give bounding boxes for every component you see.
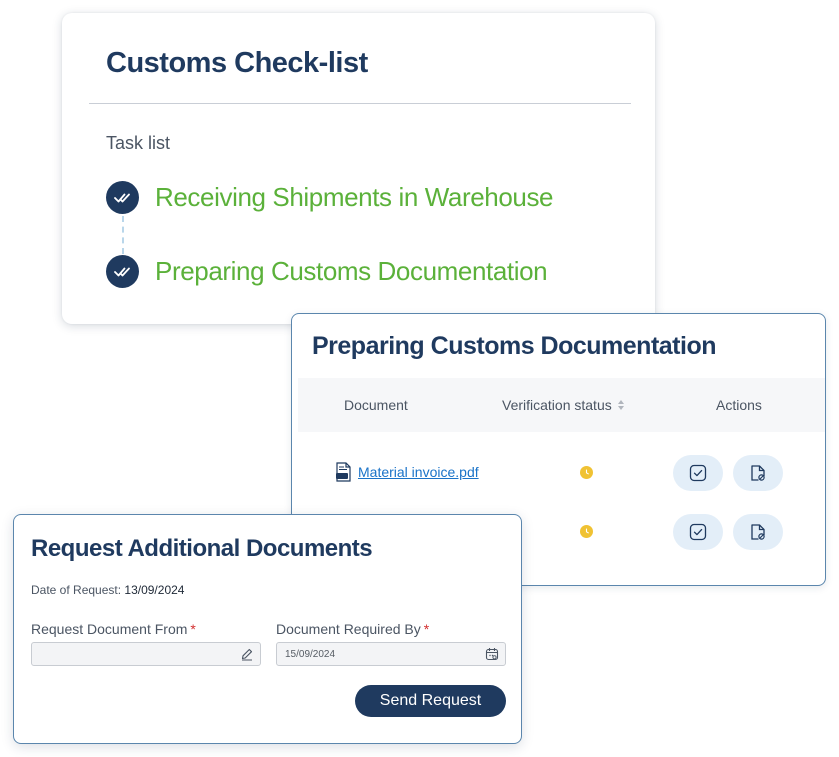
task-item-receiving-shipments[interactable]: Receiving Shipments in Warehouse — [106, 181, 554, 214]
verify-document-button[interactable] — [673, 455, 723, 491]
verify-document-button[interactable] — [673, 514, 723, 550]
required-by-date-input[interactable]: 15/09/2024 — [276, 642, 506, 666]
date-of-request-value: 13/09/2024 — [124, 583, 185, 597]
field-label-text: Document Required By — [276, 621, 421, 637]
required-by-label: Document Required By * — [276, 621, 429, 637]
required-mark: * — [423, 621, 430, 637]
date-of-request-label: Date of Request: — [31, 583, 122, 597]
checklist-title: Customs Check-list — [106, 47, 368, 79]
task-item-preparing-documentation[interactable]: Preparing Customs Documentation — [106, 255, 548, 288]
request-revision-button[interactable] — [733, 455, 783, 491]
check-square-icon — [689, 464, 707, 482]
task-list-label: Task list — [106, 133, 171, 153]
send-request-button[interactable]: Send Request — [355, 685, 506, 717]
document-cell: Material invoice.pdf — [335, 462, 479, 482]
double-check-icon — [106, 255, 139, 288]
request-from-label: Request Document From * — [31, 621, 196, 637]
request-form-title: Request Additional Documents — [31, 535, 373, 562]
request-from-input[interactable] — [31, 642, 261, 666]
document-link[interactable]: Material invoice.pdf — [358, 464, 479, 480]
request-revision-button[interactable] — [733, 514, 783, 550]
table-row: Material invoice.pdf — [292, 453, 825, 493]
pending-clock-icon — [580, 525, 593, 538]
sort-icon[interactable] — [617, 400, 624, 410]
customs-checklist-card: Customs Check-list Task list Receiving S… — [62, 13, 655, 324]
task-label: Receiving Shipments in Warehouse — [155, 182, 554, 212]
required-by-date-value: 15/09/2024 — [285, 648, 336, 660]
field-label-text: Request Document From — [31, 621, 188, 637]
checklist-divider — [89, 103, 631, 104]
pdf-file-icon — [336, 462, 351, 482]
double-check-icon — [106, 181, 139, 214]
date-of-request: Date of Request: 13/09/2024 — [31, 583, 184, 597]
table-header: Document Verification status Actions — [298, 378, 825, 432]
required-mark: * — [190, 621, 196, 637]
column-header-actions: Actions — [716, 397, 762, 413]
document-edit-icon — [751, 524, 765, 540]
calendar-icon[interactable] — [485, 647, 499, 661]
column-header-document: Document — [344, 397, 408, 413]
task-label: Preparing Customs Documentation — [155, 256, 548, 286]
task-connector — [122, 216, 124, 254]
column-header-label: Verification status — [502, 397, 612, 413]
pending-clock-icon — [580, 466, 593, 479]
pencil-icon[interactable] — [240, 647, 254, 661]
documents-panel-title: Preparing Customs Documentation — [312, 332, 717, 360]
document-edit-icon — [751, 465, 765, 481]
column-header-verification-status[interactable]: Verification status — [502, 397, 624, 413]
request-documents-card: Request Additional Documents Date of Req… — [13, 514, 522, 744]
check-square-icon — [689, 523, 707, 541]
